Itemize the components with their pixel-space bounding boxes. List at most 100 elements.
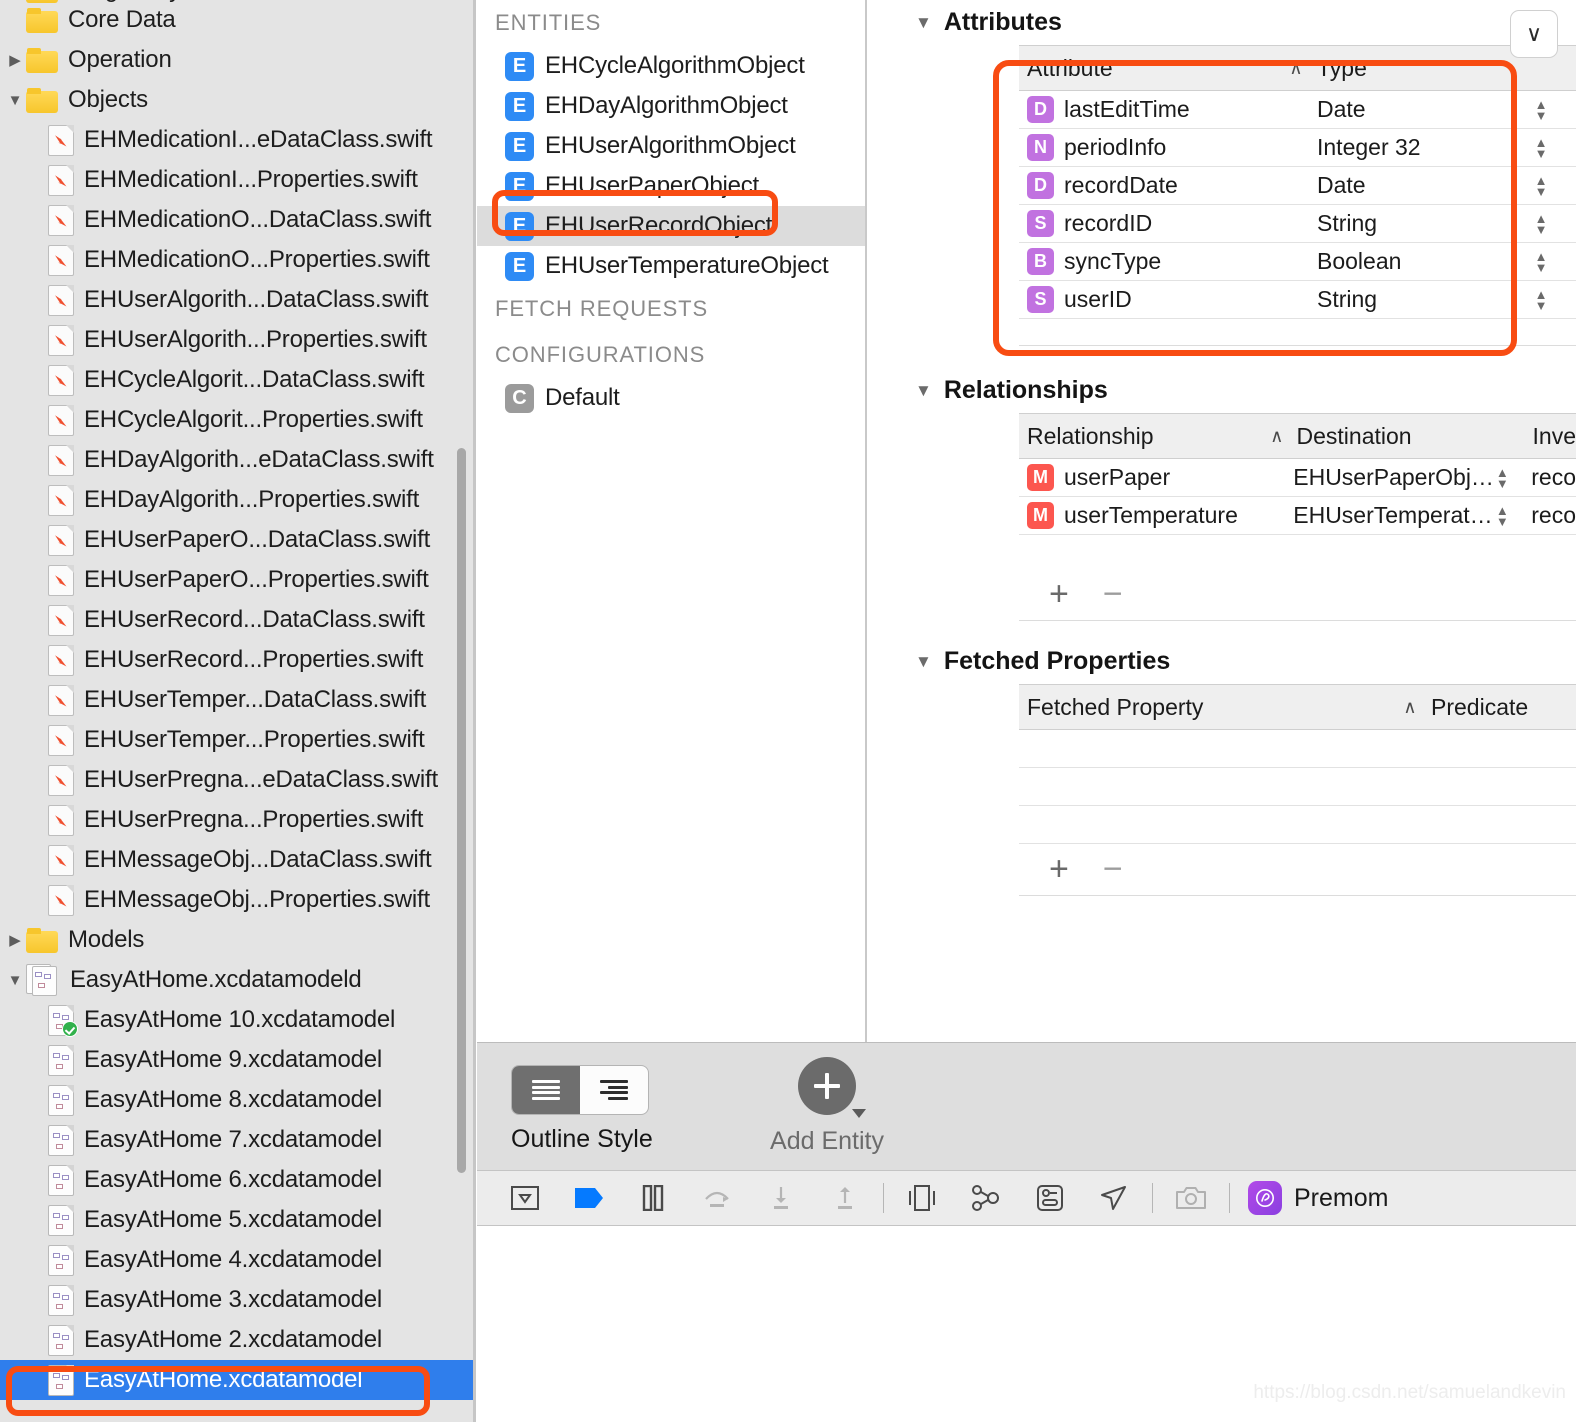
relationships-sort-ascending-icon[interactable]: ∧: [1259, 426, 1294, 447]
attribute-row[interactable]: NperiodInfo Integer 32 ▲ ▼: [1019, 129, 1576, 167]
navigator-item[interactable]: EasyAtHome 8.xcdatamodel: [0, 1080, 474, 1120]
navigator-item[interactable]: EHUserTemper...Properties.swift: [0, 720, 474, 760]
disclosure-triangle-icon[interactable]: [4, 93, 26, 108]
environment-overrides-icon[interactable]: [1018, 1178, 1082, 1218]
attribute-type-value[interactable]: Boolean: [1317, 248, 1401, 275]
hide-debug-area-icon[interactable]: [493, 1178, 557, 1218]
navigator-item[interactable]: EHUserRecord...DataClass.swift: [0, 600, 474, 640]
fetched-properties-add-remove-controls[interactable]: + −: [1019, 844, 1576, 895]
fetched-properties-add-button[interactable]: +: [1049, 850, 1069, 889]
entity-list-item[interactable]: E EHDayAlgorithmObject: [477, 86, 866, 126]
simulate-location-icon[interactable]: [1082, 1178, 1146, 1218]
attribute-type-value[interactable]: Integer 32: [1317, 134, 1421, 161]
navigator-item[interactable]: EHDayAlgorith...Properties.swift: [0, 480, 474, 520]
premom-app-icon[interactable]: [1248, 1181, 1282, 1215]
relationship-destination-stepper-icon[interactable]: ▲ ▼: [1493, 465, 1511, 491]
relationships-table[interactable]: Relationship ∧ Destination Inve MuserPap…: [1019, 413, 1576, 620]
fetched-properties-empty-row[interactable]: [1019, 768, 1576, 806]
disclosure-triangle-icon[interactable]: ▼: [915, 381, 932, 401]
relationship-destination-stepper-icon[interactable]: ▲ ▼: [1493, 503, 1511, 529]
navigator-item[interactable]: EHMedicationO...Properties.swift: [0, 240, 474, 280]
relationships-col-name[interactable]: Relationship: [1019, 423, 1259, 450]
attributes-section-header[interactable]: ▼ Attributes: [867, 0, 1576, 45]
navigator-item[interactable]: EasyAtHome 6.xcdatamodel: [0, 1160, 474, 1200]
navigator-item[interactable]: EHUserPaperO...Properties.swift: [0, 560, 474, 600]
entity-list-item[interactable]: E EHCycleAlgorithmObject: [477, 46, 866, 86]
relationships-add-remove-controls[interactable]: + −: [1019, 569, 1576, 620]
relationship-row[interactable]: MuserPaper EHUserPaperObj… ▲ ▼ reco: [1019, 459, 1576, 497]
fetched-properties-empty-row[interactable]: [1019, 730, 1576, 768]
entity-list-item[interactable]: E EHUserPaperObject: [477, 166, 866, 206]
fetched-properties-section-header[interactable]: ▼ Fetched Properties: [867, 639, 1576, 684]
navigator-item[interactable]: Operation: [0, 40, 474, 80]
project-navigator[interactable]: Pregnancy Core Data Operation Objects EHMedi…: [0, 0, 474, 1422]
navigator-item[interactable]: EasyAtHome.xcdatamodeld: [0, 960, 474, 1000]
fetched-properties-remove-button[interactable]: −: [1103, 850, 1123, 889]
fetched-properties-col-name[interactable]: Fetched Property: [1019, 694, 1391, 721]
disclosure-triangle-icon[interactable]: ▼: [915, 652, 932, 672]
relationships-section-header[interactable]: ▼ Relationships: [867, 368, 1576, 413]
navigator-item[interactable]: EasyAtHome 5.xcdatamodel: [0, 1200, 474, 1240]
fetched-properties-sort-ascending-icon[interactable]: ∧: [1391, 697, 1429, 718]
attribute-row[interactable]: DlastEditTime Date ▲ ▼: [1019, 91, 1576, 129]
attribute-row[interactable]: SuserID String ▲ ▼: [1019, 281, 1576, 319]
attribute-type-value[interactable]: Date: [1317, 96, 1366, 123]
fetched-properties-empty-row[interactable]: [1019, 806, 1576, 844]
attribute-type-stepper-icon[interactable]: ▲ ▼: [1532, 97, 1550, 123]
attributes-table[interactable]: Attribute ∧ Type DlastEditTime Date ▲ ▼ Nper…: [1019, 45, 1576, 319]
navigator-item[interactable]: EHMessageObj...Properties.swift: [0, 880, 474, 920]
relationship-row[interactable]: MuserTemperature EHUserTemperat… ▲ ▼ reco: [1019, 497, 1576, 535]
add-entity-dropdown-caret-icon[interactable]: [852, 1109, 866, 1118]
fetched-properties-col-predicate[interactable]: Predicate: [1429, 694, 1576, 721]
disclosure-triangle-icon[interactable]: [4, 53, 26, 68]
navigator-item[interactable]: EasyAtHome 3.xcdatamodel: [0, 1280, 474, 1320]
pause-continue-icon[interactable]: [621, 1178, 685, 1218]
collapse-chevron-down-icon[interactable]: ∨: [1510, 10, 1558, 58]
entity-list-item[interactable]: C Default: [477, 378, 866, 418]
navigator-item[interactable]: Objects: [0, 80, 474, 120]
relationship-inverse-value[interactable]: reco: [1531, 502, 1576, 529]
navigator-item[interactable]: EHCycleAlgorit...DataClass.swift: [0, 360, 474, 400]
navigator-divider[interactable]: [473, 0, 476, 1422]
navigator-item[interactable]: EasyAtHome 10.xcdatamodel: [0, 1000, 474, 1040]
attribute-type-value[interactable]: String: [1317, 286, 1377, 313]
step-into-icon[interactable]: [749, 1178, 813, 1218]
disclosure-triangle-icon[interactable]: [4, 973, 26, 988]
attribute-row[interactable]: DrecordDate Date ▲ ▼: [1019, 167, 1576, 205]
step-out-icon[interactable]: [813, 1178, 877, 1218]
navigator-item[interactable]: EHMedicationO...DataClass.swift: [0, 200, 474, 240]
navigator-item[interactable]: EHUserPregna...eDataClass.swift: [0, 760, 474, 800]
navigator-item[interactable]: EasyAtHome 2.xcdatamodel: [0, 1320, 474, 1360]
memory-graph-icon[interactable]: [954, 1178, 1018, 1218]
navigator-item[interactable]: EHCycleAlgorit...Properties.swift: [0, 400, 474, 440]
attribute-row[interactable]: SrecordID String ▲ ▼: [1019, 205, 1576, 243]
relationship-destination-value[interactable]: EHUserTemperat…: [1293, 502, 1493, 529]
disclosure-triangle-icon[interactable]: ▼: [915, 13, 932, 33]
attribute-type-value[interactable]: String: [1317, 210, 1377, 237]
navigator-item[interactable]: EasyAtHome.xcdatamodel: [0, 1360, 474, 1400]
step-over-icon[interactable]: [685, 1178, 749, 1218]
navigator-item[interactable]: EasyAtHome 9.xcdatamodel: [0, 1040, 474, 1080]
navigator-item[interactable]: EHMedicationI...Properties.swift: [0, 160, 474, 200]
navigator-item[interactable]: EHMedicationI...eDataClass.swift: [0, 120, 474, 160]
outline-style-flat-option[interactable]: [512, 1066, 580, 1114]
attribute-type-stepper-icon[interactable]: ▲ ▼: [1532, 249, 1550, 275]
relationships-add-button[interactable]: +: [1049, 575, 1069, 614]
outline-style-hierarchy-option[interactable]: [580, 1066, 648, 1114]
add-entity-button[interactable]: Add Entity: [742, 1057, 912, 1156]
navigator-item[interactable]: EHUserPaperO...DataClass.swift: [0, 520, 474, 560]
outline-style-segmented-control[interactable]: [511, 1065, 649, 1115]
entity-list-item[interactable]: E EHUserRecordObject: [477, 206, 866, 246]
navigator-item[interactable]: Models: [0, 920, 474, 960]
navigator-item[interactable]: EHUserRecord...Properties.swift: [0, 640, 474, 680]
fetched-properties-table[interactable]: Fetched Property ∧ Predicate + −: [1019, 684, 1576, 895]
navigator-item[interactable]: EHDayAlgorith...eDataClass.swift: [0, 440, 474, 480]
attribute-type-stepper-icon[interactable]: ▲ ▼: [1532, 135, 1550, 161]
navigator-scrollbar[interactable]: [457, 448, 466, 1173]
navigator-item[interactable]: EasyAtHome 7.xcdatamodel: [0, 1120, 474, 1160]
entity-list-item[interactable]: E EHUserAlgorithmObject: [477, 126, 866, 166]
attribute-type-stepper-icon[interactable]: ▲ ▼: [1532, 173, 1550, 199]
attribute-type-value[interactable]: Date: [1317, 172, 1366, 199]
navigator-item[interactable]: Core Data: [0, 0, 474, 40]
attributes-col-name[interactable]: Attribute: [1019, 55, 1277, 82]
